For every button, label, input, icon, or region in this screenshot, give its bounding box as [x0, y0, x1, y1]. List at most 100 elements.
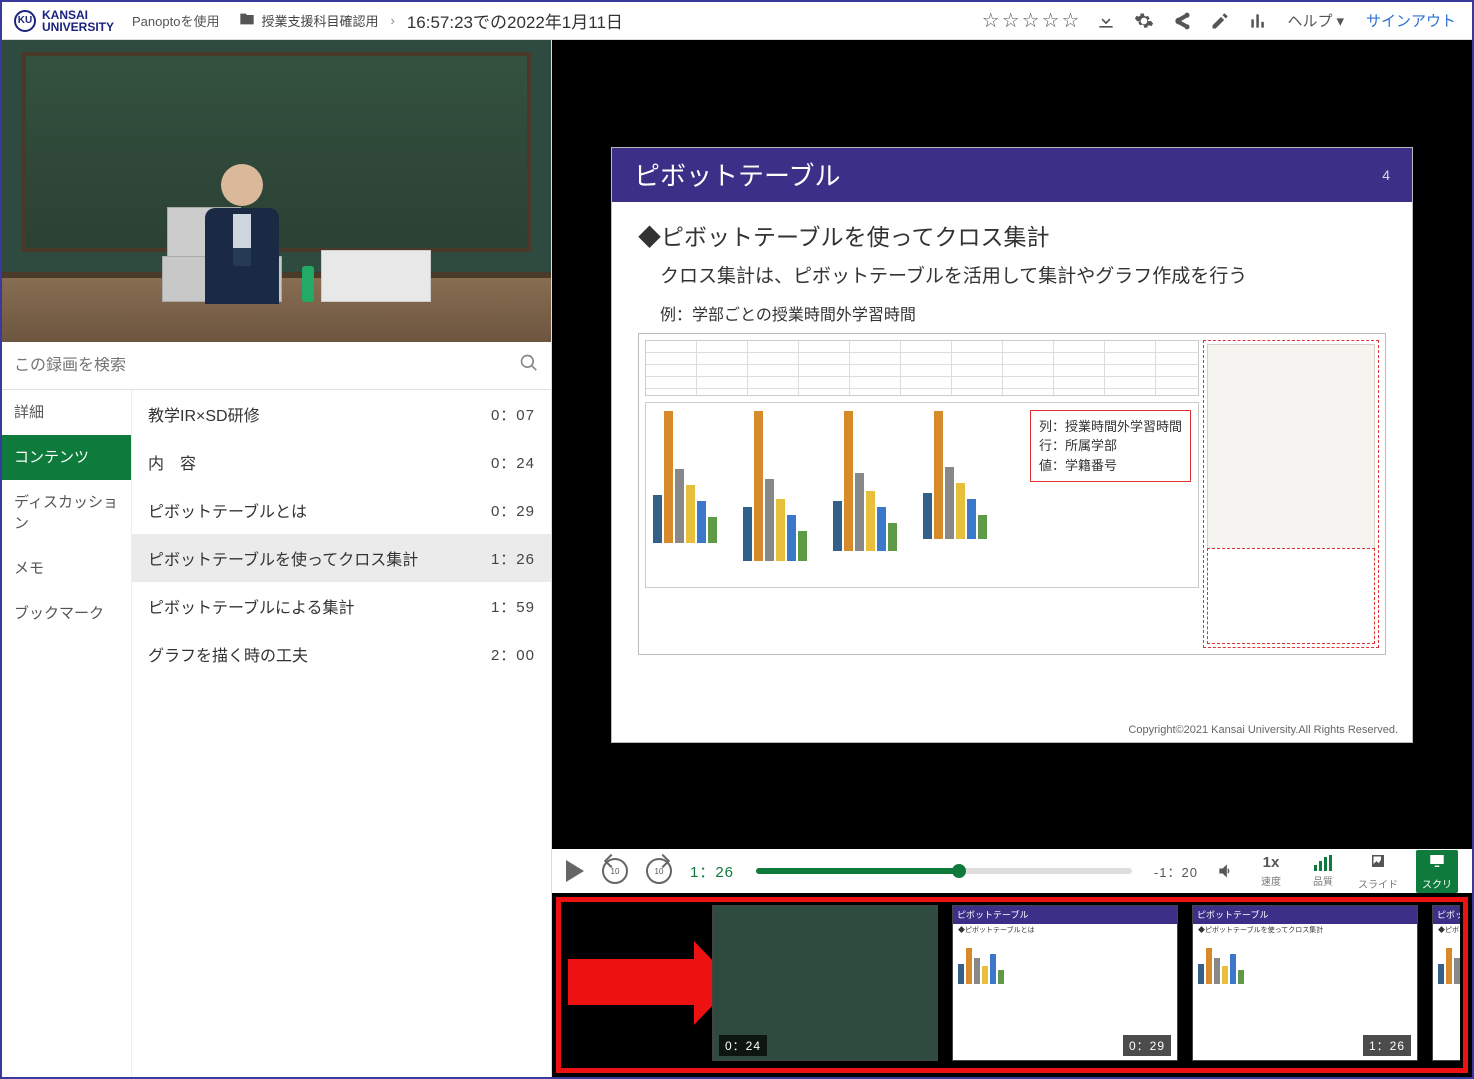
- tab-3[interactable]: メモ: [2, 546, 131, 591]
- search-bar: [2, 342, 551, 390]
- speed-value: 1x: [1263, 854, 1280, 871]
- stats-button[interactable]: [1241, 4, 1275, 38]
- thumb-title: ピボットテーブル: [1433, 906, 1460, 924]
- tab-1[interactable]: コンテンツ: [2, 435, 131, 480]
- search-input[interactable]: [14, 357, 519, 375]
- play-remaining: -1：20: [1154, 862, 1198, 881]
- toc-time: 0：29: [491, 500, 535, 521]
- slide: ピボットテーブル 4 ◆ピボットテーブルを使ってクロス集計 クロス集計は、ピボッ…: [611, 147, 1413, 743]
- thumbnail[interactable]: ピボットテーブル◆ピボットテーブルを使ってクロス集計 1：26: [1192, 905, 1418, 1061]
- star-icon[interactable]: ☆: [1022, 8, 1040, 33]
- callout-row: 行：所属学部: [1039, 436, 1182, 456]
- quality-label: 品質: [1313, 873, 1333, 888]
- star-icon[interactable]: ☆: [1062, 8, 1080, 33]
- slide-copyright: Copyright©2021 Kansai University.All Rig…: [1128, 724, 1398, 736]
- seek-fill: [756, 868, 959, 874]
- star-icon[interactable]: ☆: [1042, 8, 1060, 33]
- thumb-title: ピボットテーブル: [1193, 906, 1417, 924]
- search-icon[interactable]: [519, 353, 539, 378]
- skip-fwd-button[interactable]: 10: [646, 858, 672, 884]
- monitor-icon: [1428, 852, 1446, 874]
- chevron-down-icon: ▾: [1336, 12, 1344, 30]
- image-icon: [1369, 852, 1387, 874]
- download-button[interactable]: [1089, 4, 1123, 38]
- volume-icon: [1216, 861, 1236, 881]
- toc-item[interactable]: 内 容 0：24: [132, 438, 551, 486]
- thumbnail[interactable]: ピボットテーブル◆ピボットテーブルとは 0：29: [952, 905, 1178, 1061]
- slide-toggle-label: スライド: [1358, 876, 1398, 891]
- play-button[interactable]: [566, 860, 584, 882]
- quality-control[interactable]: 品質: [1306, 855, 1340, 888]
- help-menu[interactable]: ヘルプ ▾: [1279, 10, 1352, 31]
- toc-item[interactable]: ピボットテーブルとは0：29: [132, 486, 551, 534]
- breadcrumb-folder[interactable]: 授業支援科目確認用: [231, 11, 386, 30]
- toc-title: 教学IR×SD研修: [148, 402, 260, 426]
- toc-item[interactable]: ピボットテーブルによる集計1：59: [132, 582, 551, 630]
- pivot-drop-zone: [1207, 548, 1375, 644]
- edit-button[interactable]: [1203, 4, 1237, 38]
- quality-icon: [1314, 855, 1332, 871]
- header-bar: KU KANSAI UNIVERSITY Panoptoを使用 授業支援科目確認…: [2, 2, 1472, 40]
- thumb-time: 1：26: [1363, 1035, 1411, 1056]
- slide-heading: ◆ピボットテーブルを使ってクロス集計: [638, 218, 1386, 252]
- toc-time: 1：59: [491, 596, 535, 617]
- brand-line2: UNIVERSITY: [42, 21, 114, 33]
- sidebar-tabs: 詳細コンテンツディスカッションメモブックマーク: [2, 390, 132, 1077]
- camera-video[interactable]: [2, 40, 551, 342]
- panopto-link[interactable]: Panoptoを使用: [124, 11, 227, 30]
- slide-paragraph: クロス集計は、ピボットテーブルを活用して集計やグラフ作成を行う: [660, 262, 1386, 291]
- screen-toggle-label: スクリ: [1422, 876, 1452, 891]
- brand-logo: KU KANSAI UNIVERSITY: [8, 9, 120, 33]
- breadcrumb-sep-icon: ›: [390, 13, 394, 28]
- volume-control[interactable]: [1216, 861, 1236, 881]
- toc-item[interactable]: グラフを描く時の工夫2：00: [132, 630, 551, 678]
- slide-toggle[interactable]: スライド: [1358, 852, 1398, 891]
- playbar: 10 10 1：26 -1：20 1x 速度 品質: [552, 849, 1472, 893]
- star-icon[interactable]: ☆: [1002, 8, 1020, 33]
- toc-title: 内 容: [148, 450, 196, 474]
- settings-button[interactable]: [1127, 4, 1161, 38]
- toc-time: 0：24: [491, 452, 535, 473]
- toc-time: 2：00: [491, 644, 535, 665]
- thumbnail[interactable]: ピボットテーブル◆ピボットテーブルによる集計1：59: [1432, 905, 1460, 1061]
- share-button[interactable]: [1165, 4, 1199, 38]
- thumb-title: ピボットテーブル: [953, 906, 1177, 924]
- signout-link[interactable]: サインアウト: [1356, 10, 1466, 31]
- toc-time: 0：07: [491, 404, 535, 425]
- play-position: 1：26: [690, 861, 734, 882]
- excel-mock: 列：授業時間外学習時間 行：所属学部 値：学籍番号: [638, 333, 1386, 655]
- field-mapping-callout: 列：授業時間外学習時間 行：所属学部 値：学籍番号: [1030, 410, 1191, 483]
- breadcrumb-folder-label: 授業支援科目確認用: [261, 11, 378, 30]
- page-title: 16:57:23での2022年1月11日: [399, 8, 631, 33]
- slide-example: 例：学部ごとの授業時間外学習時間: [660, 301, 1386, 325]
- thumb-body: ◆ピボットテーブルとは: [953, 924, 1177, 987]
- presenter: [202, 164, 282, 304]
- toc-item[interactable]: ピボットテーブルを使ってクロス集計 1：26: [132, 534, 551, 582]
- tab-2[interactable]: ディスカッション: [2, 480, 131, 546]
- skip-back-button[interactable]: 10: [602, 858, 628, 884]
- thumbnail[interactable]: 0：24: [712, 905, 938, 1061]
- speed-label: 速度: [1261, 873, 1281, 888]
- seek-knob[interactable]: [952, 864, 966, 878]
- callout-col: 列：授業時間外学習時間: [1039, 417, 1182, 437]
- annotation-arrow-icon: [568, 959, 698, 1005]
- brand-line1: KANSAI: [42, 9, 114, 21]
- tab-4[interactable]: ブックマーク: [2, 591, 131, 636]
- slide-video[interactable]: ピボットテーブル 4 ◆ピボットテーブルを使ってクロス集計 クロス集計は、ピボッ…: [552, 40, 1472, 849]
- toc-time: 1：26: [491, 548, 535, 569]
- speed-control[interactable]: 1x 速度: [1254, 854, 1288, 888]
- thumb-body: ◆ピボットテーブルを使ってクロス集計: [1193, 924, 1417, 987]
- thumb-body: ◆ピボットテーブルによる集計: [1433, 924, 1460, 987]
- pivot-table-mock: [645, 340, 1199, 396]
- seek-track[interactable]: [756, 868, 1132, 874]
- star-icon[interactable]: ☆: [982, 8, 1000, 33]
- thumb-time: 0：29: [1123, 1035, 1171, 1056]
- callout-val: 値：学籍番号: [1039, 456, 1182, 476]
- help-label: ヘルプ: [1287, 10, 1332, 31]
- tab-0[interactable]: 詳細: [2, 390, 131, 435]
- toc-title: ピボットテーブルを使ってクロス集計: [148, 546, 418, 570]
- toc-item[interactable]: 教学IR×SD研修 0：07: [132, 390, 551, 438]
- rating-stars[interactable]: ☆ ☆ ☆ ☆ ☆: [976, 8, 1086, 33]
- slide-title: ピボットテーブル: [634, 156, 840, 193]
- screen-toggle[interactable]: スクリ: [1416, 850, 1458, 893]
